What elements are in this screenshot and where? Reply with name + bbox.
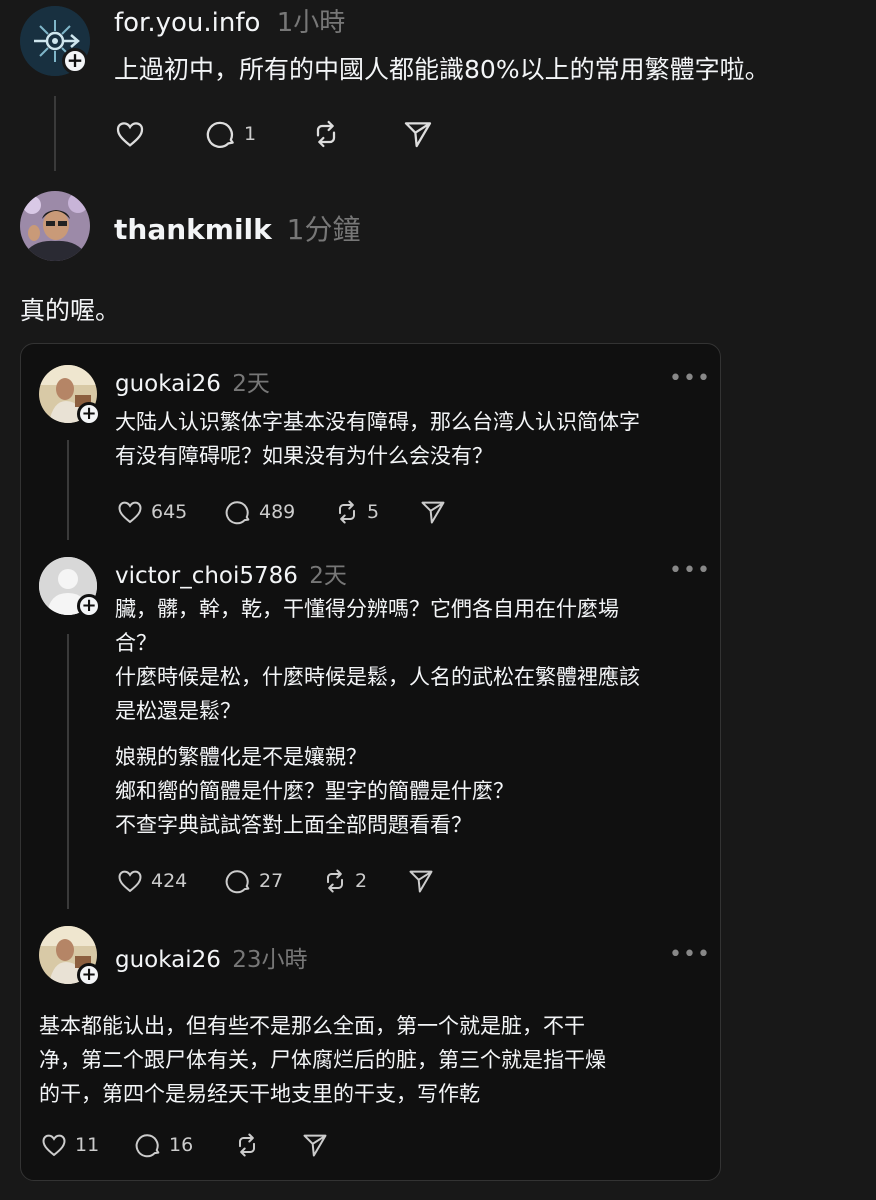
follow-guokai26-button[interactable]: +	[77, 963, 101, 987]
send-icon	[303, 1134, 327, 1157]
repost-icon	[239, 1133, 255, 1157]
follow-foryouinfo-button[interactable]: +	[62, 48, 88, 74]
thread-line	[67, 440, 69, 540]
profile-photo-icon	[20, 191, 90, 261]
thankmilk-username[interactable]: thankmilk	[114, 213, 272, 246]
follow-victor-choi-button[interactable]: +	[77, 594, 101, 618]
reply-count: 1	[244, 123, 257, 145]
thread-line	[67, 634, 69, 909]
reply-button[interactable]: 1	[206, 118, 256, 150]
guokai26-username[interactable]: guokai26	[115, 371, 221, 397]
comment-icon	[225, 501, 250, 525]
like-button[interactable]	[113, 118, 147, 150]
heart-icon	[118, 501, 142, 524]
heart-icon	[118, 870, 142, 893]
repost-count: 5	[367, 501, 380, 523]
post-text-line: 鄉和嚮的簡體是什麼？聖字的簡體是什麼？	[115, 779, 514, 803]
quoted-thread-card[interactable]: + guokai26 2天 ••• 大陆人认识繁体字基本没有障碍，那么台湾人认识…	[20, 343, 721, 1181]
post-text-line: 有没有障碍呢？如果没有为什么会没有？	[115, 444, 493, 468]
reply-count: 27	[259, 870, 284, 892]
heart-icon	[42, 1134, 66, 1157]
post-text-line: 臟，髒，幹，乾，干懂得分辨嗎？它們各自用在什麼場	[115, 597, 619, 621]
send-icon	[409, 870, 433, 893]
post-text-line: 什麼時候是松，什麼時候是鬆，人名的武松在繁體裡應該	[115, 665, 640, 689]
like-count: 424	[151, 870, 188, 892]
post-text-line: 净，第二个跟尸体有关，尸体腐烂后的脏，第三个就是指干燥	[39, 1048, 606, 1072]
post-time: 2天	[232, 371, 270, 397]
repost-button[interactable]	[310, 118, 342, 150]
send-icon	[421, 501, 445, 524]
guokai26-username[interactable]: guokai26	[115, 947, 221, 973]
thread-line	[54, 96, 56, 171]
post-text-line: 合？	[115, 631, 157, 655]
like-count: 11	[75, 1134, 100, 1156]
more-options-button[interactable]: •••	[669, 942, 711, 967]
post-text-line: 不查字典試試答對上面全部問題看看？	[115, 813, 472, 837]
post-text-line: 基本都能认出，但有些不是那么全面，第一个就是脏，不干	[39, 1014, 585, 1038]
post-text: 上過初中，所有的中國人都能識80%以上的常用繁體字啦。	[114, 55, 770, 84]
heart-icon	[116, 122, 144, 147]
post-text-line: 娘親的繁體化是不是孃親？	[115, 745, 367, 769]
post-time: 23小時	[232, 947, 308, 973]
foryouinfo-username[interactable]: for.you.info	[114, 8, 260, 38]
post-text-line: 的干，第四个是易经天干地支里的干支，写作乾	[39, 1082, 480, 1106]
like-button[interactable]: 11	[39, 1131, 99, 1159]
share-button[interactable]	[402, 118, 434, 150]
reply-count: 16	[169, 1134, 194, 1156]
share-button[interactable]	[407, 867, 435, 895]
post-time: 2天	[309, 563, 347, 589]
reply-button[interactable]: 16	[135, 1131, 193, 1159]
thankmilk-avatar[interactable]	[20, 191, 90, 261]
repost-button[interactable]: 2	[321, 867, 367, 895]
send-icon	[404, 122, 432, 148]
repost-icon	[339, 500, 355, 524]
share-button[interactable]	[301, 1131, 329, 1159]
comment-icon	[225, 870, 250, 894]
repost-button[interactable]	[233, 1131, 261, 1159]
comment-icon	[135, 1134, 160, 1158]
repost-count: 2	[355, 870, 368, 892]
like-count: 645	[151, 501, 188, 523]
more-options-button[interactable]: •••	[669, 558, 711, 583]
repost-button[interactable]: 5	[333, 498, 379, 526]
post-time: 1小時	[276, 8, 346, 38]
comment-icon	[206, 121, 234, 148]
reply-button[interactable]: 489	[225, 498, 295, 526]
repost-icon	[327, 869, 343, 893]
post-text-line: 是松還是鬆？	[115, 699, 241, 723]
like-button[interactable]: 645	[115, 498, 187, 526]
reply-time: 1分鐘	[286, 213, 361, 246]
share-button[interactable]	[419, 498, 447, 526]
repost-icon	[316, 120, 336, 148]
reply-button[interactable]: 27	[225, 867, 283, 895]
reply-text: 真的喔。	[20, 296, 121, 325]
more-options-button[interactable]: •••	[669, 366, 711, 391]
victor-choi-username[interactable]: victor_choi5786	[115, 563, 298, 589]
post-text-line: 大陆人认识繁体字基本没有障碍，那么台湾人认识简体字	[115, 410, 640, 434]
follow-guokai26-button[interactable]: +	[77, 402, 101, 426]
like-button[interactable]: 424	[115, 867, 187, 895]
reply-count: 489	[259, 501, 296, 523]
